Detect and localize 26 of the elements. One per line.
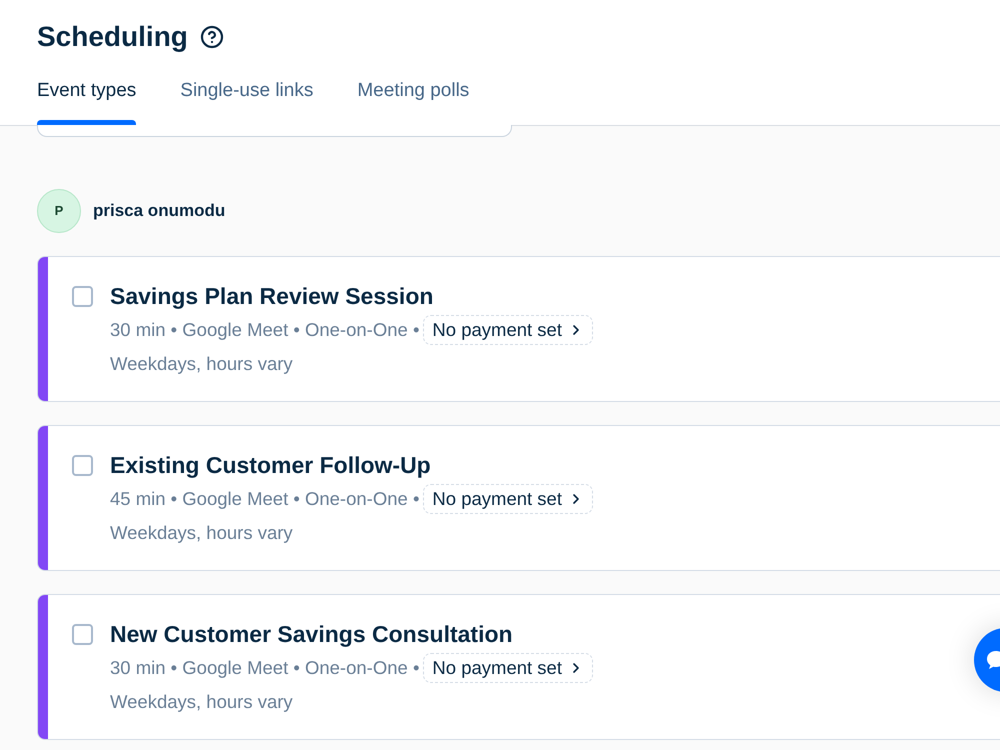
checkbox[interactable] (72, 286, 93, 307)
event-availability: Weekdays, hours vary (110, 690, 293, 714)
payment-button[interactable]: No payment set (423, 315, 593, 345)
event-title: Existing Customer Follow-Up (110, 451, 431, 479)
event-type-card[interactable]: New Customer Savings Consultation 30 min • Google Meet • One-on-One • No payment set Weekdays, hours vary (37, 594, 1000, 740)
tab[interactable]: Meeting polls (357, 77, 470, 125)
search-field[interactable] (37, 125, 512, 137)
help-icon[interactable] (200, 25, 224, 49)
event-type-card[interactable]: Savings Plan Review Session 30 min • Google Meet • One-on-One • No payment set Weekdays, hours vary (37, 256, 1000, 402)
payment-button[interactable]: No payment set (423, 484, 593, 514)
checkbox[interactable] (72, 624, 93, 645)
page-title: Scheduling (37, 20, 188, 54)
event-details: 30 min • Google Meet • One-on-One • (110, 318, 420, 342)
tab[interactable]: Event types (37, 77, 136, 125)
event-details: 45 min • Google Meet • One-on-One • (110, 487, 420, 512)
tab[interactable]: Single-use links (180, 77, 314, 125)
owner-name: prisca onumodu (93, 200, 226, 222)
event-type-card[interactable]: Existing Customer Follow-Up 45 min • Google Meet • One-on-One • No payment set Weekdays, hours vary (37, 425, 1000, 571)
event-title: New Customer Savings Consultation (110, 620, 513, 648)
avatar: P (37, 189, 81, 233)
event-details: 30 min • Google Meet • One-on-One • (110, 656, 420, 680)
event-availability: Weekdays, hours vary (110, 521, 293, 545)
checkbox[interactable] (72, 455, 93, 476)
payment-button[interactable]: No payment set (423, 653, 593, 683)
event-title: Savings Plan Review Session (110, 282, 434, 310)
event-availability: Weekdays, hours vary (110, 352, 293, 376)
